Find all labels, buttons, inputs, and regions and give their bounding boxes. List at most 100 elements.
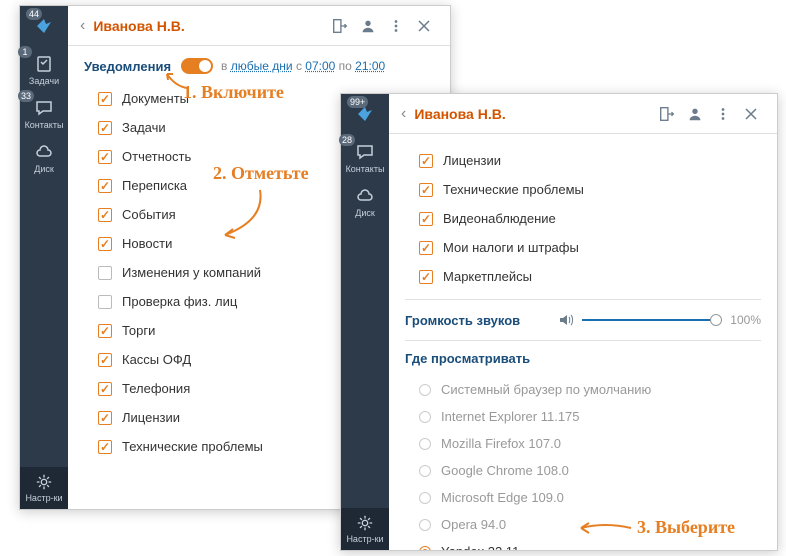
checkbox[interactable] <box>98 121 112 135</box>
checkbox[interactable] <box>98 353 112 367</box>
browser-label: Системный браузер по умолчанию <box>441 382 651 397</box>
checkbox[interactable] <box>98 92 112 106</box>
radio[interactable] <box>419 465 431 477</box>
volume-row: Громкость звуков 100% <box>405 312 761 328</box>
door-exit-icon <box>331 17 349 35</box>
check-item[interactable]: Видеонаблюдение <box>405 204 761 233</box>
browser-option[interactable]: Google Chrome 108.0 <box>405 457 761 484</box>
browser-option[interactable]: Yandex 22.11 <box>405 538 761 550</box>
slider-thumb[interactable] <box>710 314 722 326</box>
check-label: Торги <box>122 323 155 338</box>
checkbox[interactable] <box>98 150 112 164</box>
sidebar-item-disk[interactable]: Диск <box>20 136 68 180</box>
browser-title: Где просматривать <box>405 351 761 366</box>
check-label: Кассы ОФД <box>122 352 191 367</box>
check-item[interactable]: Маркетплейсы <box>405 262 761 291</box>
checkbox[interactable] <box>98 324 112 338</box>
badge: 28 <box>339 134 355 146</box>
logout-button[interactable] <box>653 100 681 128</box>
checkbox[interactable] <box>98 440 112 454</box>
browser-option[interactable]: Internet Explorer 11.175 <box>405 403 761 430</box>
logo-badge: 99+ <box>347 96 368 108</box>
radio[interactable] <box>419 384 431 396</box>
browser-label: Internet Explorer 11.175 <box>441 409 580 424</box>
settings-window-2: 99+ 28Контакты Диск Настр-ки ‹ Иванова Н.… <box>340 93 778 551</box>
sidebar-item-label: Контакты <box>25 120 64 130</box>
sidebar-item-disk[interactable]: Диск <box>341 180 389 224</box>
check-label: Задачи <box>122 120 166 135</box>
browser-option[interactable]: Системный браузер по умолчанию <box>405 376 761 403</box>
checkbox[interactable] <box>98 208 112 222</box>
browser-option[interactable]: Mozilla Firefox 107.0 <box>405 430 761 457</box>
radio[interactable] <box>419 492 431 504</box>
checkbox[interactable] <box>419 212 433 226</box>
speaker-icon <box>558 312 574 328</box>
chat-icon <box>34 98 54 118</box>
door-exit-icon <box>658 105 676 123</box>
more-button[interactable] <box>709 100 737 128</box>
back-button[interactable]: ‹ <box>80 17 85 35</box>
divider <box>405 299 761 300</box>
tasks-icon <box>34 54 54 74</box>
app-logo[interactable]: 99+ <box>349 98 381 130</box>
check-item[interactable]: Технические проблемы <box>405 175 761 204</box>
sidebar-item-settings[interactable]: Настр-ки <box>20 467 68 509</box>
more-button[interactable] <box>382 12 410 40</box>
badge: 33 <box>18 90 34 102</box>
close-button[interactable] <box>410 12 438 40</box>
sidebar-item-contacts[interactable]: 33 Контакты <box>20 92 68 136</box>
browser-option[interactable]: Microsoft Edge 109.0 <box>405 484 761 511</box>
back-button[interactable]: ‹ <box>401 105 406 123</box>
checkbox[interactable] <box>98 295 112 309</box>
check-label: Технические проблемы <box>443 182 584 197</box>
checkbox[interactable] <box>419 183 433 197</box>
check-label: Документы <box>122 91 189 106</box>
sidebar-item-settings[interactable]: Настр-ки <box>341 508 389 550</box>
sidebar-item-label: Настр-ки <box>346 534 383 544</box>
checkbox[interactable] <box>98 411 112 425</box>
time-to-link[interactable]: 21:00 <box>355 59 385 73</box>
any-days-link[interactable]: любые дни <box>231 59 293 73</box>
checkbox[interactable] <box>419 270 433 284</box>
checkbox[interactable] <box>98 382 112 396</box>
check-label: Отчетность <box>122 149 191 164</box>
sidebar-item-contacts[interactable]: 28Контакты <box>341 136 389 180</box>
checkbox[interactable] <box>419 241 433 255</box>
check-label: Лицензии <box>443 153 501 168</box>
browser-option[interactable]: Opera 94.0 <box>405 511 761 538</box>
user-button[interactable] <box>681 100 709 128</box>
gear-icon <box>356 514 374 532</box>
checkbox[interactable] <box>419 154 433 168</box>
radio[interactable] <box>419 519 431 531</box>
sidebar-item-tasks[interactable]: 1Задачи <box>20 48 68 92</box>
page-title: Иванова Н.В. <box>414 106 653 122</box>
dots-vertical-icon <box>714 105 732 123</box>
schedule-text: в любые дни с 07:00 по 21:00 <box>221 59 385 73</box>
logout-button[interactable] <box>326 12 354 40</box>
radio[interactable] <box>419 546 431 551</box>
notifications-toggle[interactable] <box>181 58 213 74</box>
check-item[interactable]: Лицензии <box>405 146 761 175</box>
app-logo[interactable]: 44 <box>28 10 60 42</box>
volume-percent: 100% <box>730 313 761 327</box>
volume-slider[interactable] <box>582 319 722 321</box>
radio[interactable] <box>419 438 431 450</box>
radio[interactable] <box>419 411 431 423</box>
user-button[interactable] <box>354 12 382 40</box>
notifications-row: Уведомления в любые дни с 07:00 по 21:00 <box>84 58 434 74</box>
close-icon <box>744 107 758 121</box>
sidebar-item-label: Задачи <box>29 76 59 86</box>
volume-title: Громкость звуков <box>405 313 548 328</box>
browser-label: Yandex 22.11 <box>441 544 519 550</box>
panel: ‹ Иванова Н.В. Лицензии Технические пробл… <box>389 94 777 550</box>
sidebar-item-label: Диск <box>355 208 375 218</box>
checkbox[interactable] <box>98 266 112 280</box>
check-label: Проверка физ. лиц <box>122 294 237 309</box>
time-from-link[interactable]: 07:00 <box>305 59 335 73</box>
check-label: Телефония <box>122 381 190 396</box>
checkbox[interactable] <box>98 237 112 251</box>
checkbox[interactable] <box>98 179 112 193</box>
check-label: Технические проблемы <box>122 439 263 454</box>
check-item[interactable]: Мои налоги и штрафы <box>405 233 761 262</box>
close-button[interactable] <box>737 100 765 128</box>
